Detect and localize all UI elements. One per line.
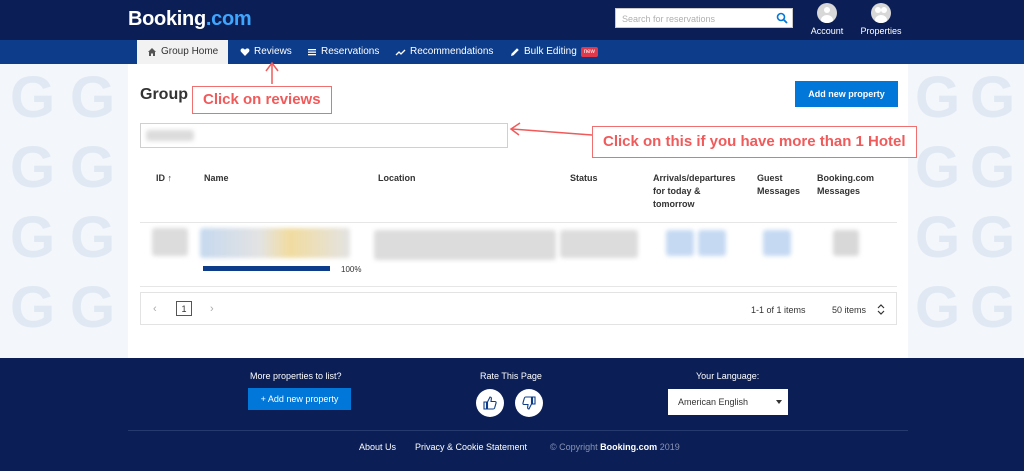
prev-page-icon[interactable]: ‹ bbox=[153, 303, 157, 315]
copyright-year: 2019 bbox=[659, 442, 680, 452]
properties-label: Properties bbox=[860, 26, 902, 36]
language-heading: Your Language: bbox=[696, 371, 760, 381]
trend-icon bbox=[395, 49, 406, 56]
new-badge: new bbox=[580, 47, 598, 57]
nav-label: Reviews bbox=[254, 46, 292, 57]
col-header-name: Name bbox=[204, 173, 229, 183]
property-selector[interactable] bbox=[140, 123, 508, 148]
account-menu[interactable]: Account bbox=[810, 3, 844, 36]
annotation-reviews: Click on reviews bbox=[192, 86, 332, 114]
list-icon bbox=[308, 49, 316, 56]
redacted-id bbox=[152, 228, 188, 256]
watermark-icon: G bbox=[70, 205, 116, 270]
copyright-text: © Copyright Booking.com 2019 bbox=[550, 442, 680, 452]
col-header-location: Location bbox=[378, 173, 416, 183]
nav-label: Recommendations bbox=[410, 46, 494, 57]
watermark-icon: G bbox=[915, 65, 961, 130]
per-page-select[interactable]: 50 items bbox=[832, 305, 866, 315]
pencil-icon bbox=[511, 48, 519, 56]
row-divider bbox=[140, 286, 897, 287]
main-nav: Group Home Reviews Reservations Recommen… bbox=[0, 40, 1024, 64]
watermark-icon: G bbox=[970, 205, 1016, 270]
progress-bar bbox=[203, 266, 330, 271]
watermark-icon: G bbox=[970, 275, 1016, 340]
watermark-icon: G bbox=[915, 205, 961, 270]
heart-icon bbox=[240, 48, 250, 56]
account-label: Account bbox=[810, 26, 844, 36]
col-header-arrivals: Arrivals/departures for today & tomorrow bbox=[653, 173, 736, 209]
redacted-location bbox=[374, 230, 556, 260]
properties-menu[interactable]: Properties bbox=[858, 3, 904, 36]
redacted-status bbox=[560, 230, 638, 258]
col-header-booking-messages: Booking.com Messages bbox=[817, 173, 875, 196]
add-new-property-button[interactable]: Add new property bbox=[795, 81, 898, 107]
search-input[interactable] bbox=[620, 10, 774, 28]
redacted-text bbox=[146, 130, 194, 141]
copyright-prefix: © Copyright bbox=[550, 442, 598, 452]
search-icon[interactable] bbox=[776, 12, 788, 24]
watermark-icon: G bbox=[10, 65, 56, 130]
nav-reviews[interactable]: Reviews bbox=[240, 40, 292, 64]
privacy-link[interactable]: Privacy & Cookie Statement bbox=[415, 442, 527, 452]
chevron-down-icon bbox=[776, 400, 782, 404]
watermark-icon: G bbox=[10, 275, 56, 340]
about-us-link[interactable]: About Us bbox=[359, 442, 396, 452]
more-properties-heading: More properties to list? bbox=[250, 371, 342, 381]
watermark-icon: G bbox=[970, 135, 1016, 200]
nav-label: Group Home bbox=[161, 46, 219, 57]
guest-messages-badge[interactable] bbox=[763, 230, 791, 256]
nav-label: Reservations bbox=[321, 46, 380, 57]
col-header-status: Status bbox=[570, 173, 598, 183]
watermark-icon: G bbox=[10, 135, 56, 200]
nav-group-home[interactable]: Group Home bbox=[137, 40, 229, 64]
footer-divider bbox=[128, 430, 908, 431]
home-icon bbox=[148, 48, 156, 56]
progress-fill bbox=[203, 266, 330, 271]
nav-label: Bulk Editing bbox=[524, 46, 577, 57]
col-header-id[interactable]: ID ↑ bbox=[156, 172, 172, 185]
properties-icon bbox=[871, 3, 891, 23]
booking-messages-badge[interactable] bbox=[833, 230, 859, 256]
annotation-hotel: Click on this if you have more than 1 Ho… bbox=[592, 126, 917, 158]
progress-label: 100% bbox=[341, 265, 362, 274]
thumbs-up-button[interactable] bbox=[476, 389, 504, 417]
nav-recommendations[interactable]: Recommendations bbox=[395, 40, 493, 64]
departures-badge[interactable] bbox=[698, 230, 726, 256]
logo-main: Booking bbox=[128, 8, 206, 30]
watermark-icon: G bbox=[70, 275, 116, 340]
nav-bulk-editing[interactable]: Bulk Editing new bbox=[510, 40, 598, 64]
top-header: Booking.com Account Properties bbox=[0, 0, 1024, 40]
watermark-icon: G bbox=[915, 275, 961, 340]
search-box bbox=[615, 8, 793, 28]
next-page-icon[interactable]: › bbox=[210, 303, 214, 315]
arrivals-badge[interactable] bbox=[666, 230, 694, 256]
watermark-icon: G bbox=[10, 205, 56, 270]
logo-suffix: .com bbox=[205, 8, 252, 30]
pagination: ‹ 1 › 1-1 of 1 items 50 items bbox=[140, 292, 897, 325]
watermark-icon: G bbox=[915, 135, 961, 200]
thumbs-up-icon bbox=[483, 396, 497, 410]
col-header-guest-messages: Guest Messages bbox=[757, 173, 801, 196]
watermark-icon: G bbox=[70, 65, 116, 130]
redacted-name bbox=[200, 228, 350, 258]
booking-logo[interactable]: Booking.com bbox=[128, 8, 252, 31]
rate-page-heading: Rate This Page bbox=[480, 371, 542, 381]
nav-reservations[interactable]: Reservations bbox=[307, 40, 379, 64]
page-title: Group bbox=[140, 86, 188, 103]
thumbs-down-button[interactable] bbox=[515, 389, 543, 417]
pagination-range: 1-1 of 1 items bbox=[751, 305, 806, 315]
language-select[interactable]: American English bbox=[668, 389, 788, 415]
thumbs-down-icon bbox=[522, 396, 536, 410]
copyright-brand: Booking.com bbox=[600, 442, 658, 452]
watermark-icon: G bbox=[70, 135, 116, 200]
select-arrows-icon[interactable] bbox=[877, 304, 885, 315]
current-page[interactable]: 1 bbox=[176, 301, 192, 316]
header-divider bbox=[140, 222, 897, 223]
watermark-icon: G bbox=[970, 65, 1016, 130]
footer-add-property-button[interactable]: + Add new property bbox=[248, 388, 351, 410]
language-value: American English bbox=[678, 397, 749, 407]
account-icon bbox=[817, 3, 837, 23]
